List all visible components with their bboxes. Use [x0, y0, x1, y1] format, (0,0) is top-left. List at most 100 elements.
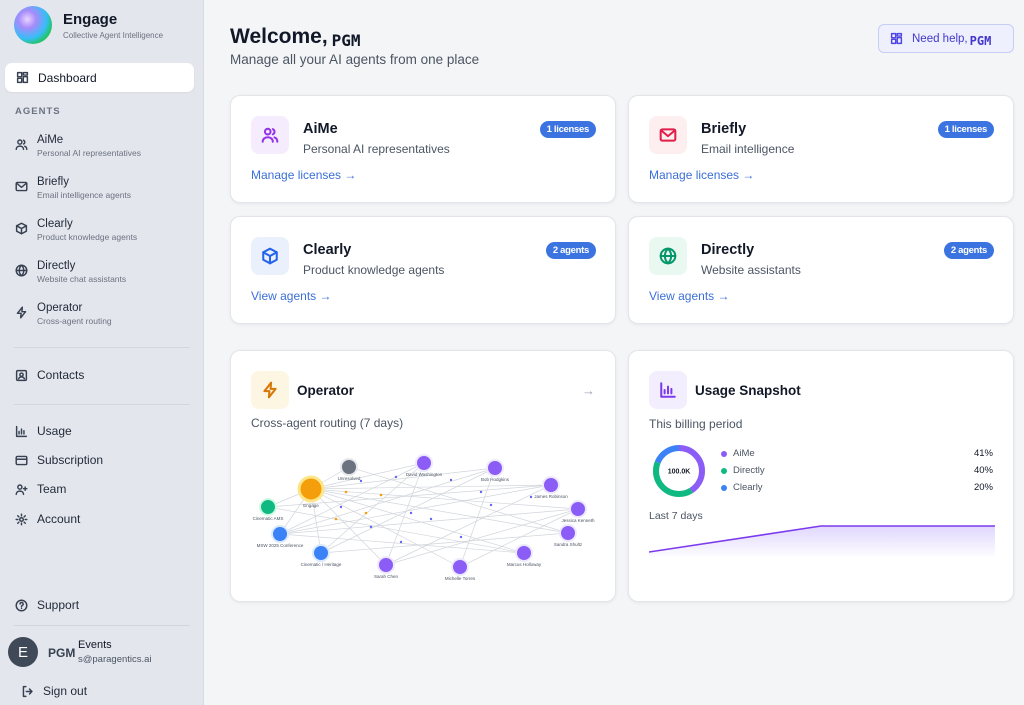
card-subtitle: Product knowledge agents	[303, 263, 445, 277]
legend-percent: 20%	[973, 482, 993, 493]
sidebar-item-dashboard[interactable]: Dashboard	[5, 63, 194, 92]
engage-logo	[14, 6, 52, 44]
legend-label: AiMe	[733, 448, 755, 459]
users-icon	[251, 116, 289, 154]
usage-title: Usage Snapshot	[695, 383, 801, 398]
legend-dot	[721, 450, 727, 457]
operator-arrow-icon[interactable]: →	[582, 383, 595, 398]
brand[interactable]: Engage Collective Agent Intelligence	[14, 6, 163, 44]
sidebar-item-operator[interactable]: Operator Cross-agent routing	[14, 302, 112, 327]
view-agents-link[interactable]: View agents →	[649, 289, 730, 303]
graph-label: Cinematic / Heritage	[301, 562, 342, 567]
bolt-icon	[251, 371, 289, 409]
graph-label: Michelle Torres	[445, 576, 476, 581]
legend-label: Directly	[733, 465, 765, 476]
sidebar-item-label: AiMe	[37, 134, 64, 146]
sidebar-item-clearly[interactable]: Clearly Product knowledge agents	[14, 218, 137, 243]
graph-label: Cinematic AMS	[253, 516, 284, 521]
need-help-label: Need help,	[912, 32, 968, 45]
sidebar-item-label: Subscription	[37, 453, 104, 467]
sidebar-item-contacts[interactable]: Contacts	[14, 368, 84, 382]
avatar: E	[8, 637, 38, 667]
aime-card[interactable]: AiMe Personal AI representatives 1 licen…	[230, 95, 616, 203]
page-subtitle: Manage all your AI agents from one place	[230, 52, 480, 67]
bar-chart-icon	[14, 424, 28, 438]
card-title: AiMe	[303, 121, 338, 137]
operator-card[interactable]: Operator → Cross-agent routing (7 days)	[230, 350, 616, 602]
globe-icon	[14, 263, 28, 277]
sign-out-label: Sign out	[43, 684, 88, 698]
gear-icon	[14, 512, 28, 526]
card-subtitle: Personal AI representatives	[303, 142, 450, 156]
agents-badge: 2 agents	[943, 242, 994, 259]
user-email: s@paragentics.ai	[78, 654, 152, 665]
sidebar-item-label: Support	[37, 598, 80, 612]
legend-dot	[721, 484, 727, 491]
sidebar-item-label: Dashboard	[38, 70, 97, 85]
credit-card-icon	[14, 453, 28, 467]
sidebar-item-aime[interactable]: AiMe Personal AI representatives	[14, 134, 141, 159]
mail-icon	[649, 116, 687, 154]
sidebar-item-briefly[interactable]: Briefly Email intelligence agents	[14, 176, 131, 201]
globe-icon	[649, 237, 687, 275]
graph-label: David Washington	[406, 472, 443, 477]
need-help-button[interactable]: Need help, PGM	[878, 24, 1014, 53]
sidebar-item-directly[interactable]: Directly Website chat assistants	[14, 260, 126, 285]
legend-item-aime: AiMe 41%	[721, 448, 993, 459]
cube-icon	[251, 237, 289, 275]
sign-out-icon	[20, 684, 34, 698]
bar-chart-icon	[649, 371, 687, 409]
graph-label: Bob Hodgkins	[481, 477, 510, 482]
graph-label: James Robinson	[534, 494, 568, 499]
user-profile[interactable]: E Events PGM s@paragentics.ai	[8, 637, 178, 667]
sidebar-item-label: Usage	[37, 424, 72, 438]
operator-title: Operator	[297, 383, 355, 398]
sidebar-item-label: Briefly	[37, 176, 69, 188]
sidebar-item-team[interactable]: Team	[14, 482, 66, 496]
card-title: Clearly	[303, 242, 352, 258]
sidebar-divider	[14, 625, 190, 626]
graph-label: MSW 2025 Conference	[257, 543, 304, 548]
trend-area	[649, 526, 995, 557]
app-title: Engage	[63, 10, 118, 28]
bolt-icon	[14, 305, 28, 319]
sign-out-button[interactable]: Sign out	[20, 684, 87, 698]
user-name: PGM	[48, 646, 76, 660]
app-subtitle: Collective Agent Intelligence	[63, 30, 164, 40]
sidebar-divider	[14, 347, 190, 348]
legend-dot	[721, 467, 727, 474]
grid-icon	[889, 32, 903, 46]
usage-card[interactable]: Usage Snapshot This billing period 100.0…	[628, 350, 1014, 602]
manage-licenses-link[interactable]: Manage licenses →	[251, 168, 356, 182]
graph-label: Engage	[303, 503, 319, 508]
sidebar-item-subscription[interactable]: Subscription	[14, 453, 103, 467]
agents-section-label: AGENTS	[15, 106, 61, 117]
manage-licenses-link[interactable]: Manage licenses →	[649, 168, 754, 182]
sidebar-item-label: Account	[37, 512, 81, 526]
graph-label: Marcus Holloway	[507, 562, 542, 567]
need-help-user: PGM	[969, 33, 992, 48]
routing-graph[interactable]: Unresolved David Washington Bob Hodgkins…	[231, 447, 615, 597]
legend-percent: 40%	[973, 465, 993, 476]
welcome-text: Welcome,	[230, 25, 328, 48]
sidebar-item-account[interactable]: Account	[14, 512, 80, 526]
help-circle-icon	[14, 598, 28, 612]
sidebar-item-desc: Personal AI representatives	[37, 148, 141, 158]
clearly-card[interactable]: Clearly Product knowledge agents 2 agent…	[230, 216, 616, 324]
sidebar-item-desc: Website chat assistants	[37, 274, 127, 284]
sidebar-item-label: Team	[37, 482, 67, 496]
usage-trend-chart	[649, 525, 995, 557]
directly-card[interactable]: Directly Website assistants 2 agents Vie…	[628, 216, 1014, 324]
user-plus-icon	[14, 482, 28, 496]
legend-label: Clearly	[733, 482, 763, 493]
usage-subtitle: This billing period	[649, 417, 743, 431]
briefly-card[interactable]: Briefly Email intelligence 1 licenses Ma…	[628, 95, 1014, 203]
sidebar-item-desc: Product knowledge agents	[37, 232, 138, 242]
card-title: Directly	[701, 242, 755, 258]
license-badge: 1 licenses	[539, 121, 596, 138]
view-agents-link[interactable]: View agents →	[251, 289, 332, 303]
sidebar-item-support[interactable]: Support	[14, 598, 79, 612]
sidebar-item-usage[interactable]: Usage	[14, 424, 72, 438]
legend-item-clearly: Clearly 20%	[721, 482, 993, 493]
graph-label: Sarah Chen	[374, 574, 399, 579]
